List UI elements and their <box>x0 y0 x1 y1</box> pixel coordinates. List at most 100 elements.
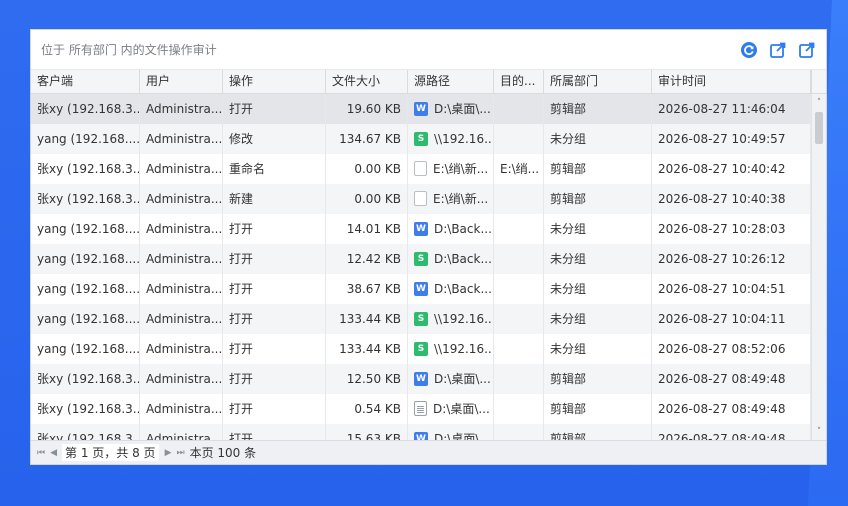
cell-audit-time: 2026-08-27 08:52:06 <box>652 334 811 364</box>
toolbar: 位于 所有部门 内的文件操作审计 <box>31 30 826 70</box>
scroll-thumb[interactable] <box>815 112 823 144</box>
cell-client: yang (192.168.... <box>31 244 140 274</box>
cell-source-path: S D:\Back... <box>408 244 494 274</box>
refresh-icon[interactable] <box>740 41 758 59</box>
cell-department: 未分组 <box>544 124 652 154</box>
cell-audit-time: 2026-08-27 08:49:48 <box>652 394 811 424</box>
cell-audit-time: 2026-08-27 10:04:51 <box>652 274 811 304</box>
table-row[interactable]: yang (192.168.... Administra... 打开 133.44 K… <box>31 304 811 334</box>
word-file-icon: W <box>414 221 428 236</box>
spreadsheet-file-icon: S <box>414 251 428 266</box>
cell-file-size: 14.01 KB <box>326 214 408 244</box>
table-row[interactable]: yang (192.168.... Administra... 打开 14.01 KB… <box>31 214 811 244</box>
page-size: 本页 100 条 <box>189 446 257 460</box>
cell-client: yang (192.168.... <box>31 214 140 244</box>
cell-client: 张xy (192.168.3... <box>31 424 140 441</box>
cell-client: yang (192.168.... <box>31 334 140 364</box>
cell-file-size: 0.00 KB <box>326 154 408 184</box>
cell-file-size: 0.54 KB <box>326 394 408 424</box>
cell-operation: 打开 <box>223 424 326 441</box>
table-row[interactable]: yang (192.168.... Administra... 打开 133.44 K… <box>31 334 811 364</box>
cell-operation: 打开 <box>223 394 326 424</box>
last-page-icon[interactable]: ⏭ <box>176 448 184 458</box>
table-row[interactable]: 张xy (192.168.3... Administra... 新建 0.00 KB E… <box>31 184 811 214</box>
cell-department: 未分组 <box>544 274 652 304</box>
table-row[interactable]: yang (192.168.... Administra... 打开 12.42 KB… <box>31 244 811 274</box>
cell-audit-time: 2026-08-27 10:04:11 <box>652 304 811 334</box>
cell-source-path: W D:\Back... <box>408 274 494 304</box>
column-header-source-path[interactable]: 源路径 <box>408 70 494 93</box>
source-path-text: E:\绡\新... <box>433 162 489 176</box>
source-path-text: \\192.16... <box>434 132 494 146</box>
column-header-file-size[interactable]: 文件大小 <box>326 70 408 93</box>
cell-source-path: W D:\桌面\... <box>408 94 494 124</box>
cell-user: Administra... <box>140 184 223 214</box>
spreadsheet-file-icon: S <box>414 311 428 326</box>
cell-department: 剪辑部 <box>544 184 652 214</box>
export-icon[interactable] <box>769 41 787 59</box>
cell-source-path: W D:\桌面\... <box>408 364 494 394</box>
cell-client: 张xy (192.168.3... <box>31 184 140 214</box>
cell-department: 未分组 <box>544 304 652 334</box>
cell-source-path: E:\绡\新... <box>408 154 494 184</box>
table-row[interactable]: yang (192.168.... Administra... 打开 38.67 KB… <box>31 274 811 304</box>
cell-department: 未分组 <box>544 214 652 244</box>
table-row[interactable]: yang (192.168.... Administra... 修改 134.67 K… <box>31 124 811 154</box>
page-info: 第 1 页，共 8 页 <box>62 444 159 461</box>
cell-client: yang (192.168.... <box>31 304 140 334</box>
cell-source-path: S \\192.16... <box>408 334 494 364</box>
table-row[interactable]: 张xy (192.168.3... Administra... 打开 0.54 KB D… <box>31 394 811 424</box>
cell-user: Administra... <box>140 154 223 184</box>
cell-destination <box>494 394 544 424</box>
cell-operation: 打开 <box>223 334 326 364</box>
cell-department: 剪辑部 <box>544 364 652 394</box>
table-row[interactable]: 张xy (192.168.3... Administra... 重命名 0.00 KB… <box>31 154 811 184</box>
blank-file-icon <box>414 191 427 206</box>
prev-page-icon[interactable]: ◀ <box>50 448 57 458</box>
blank-file-icon <box>414 161 427 176</box>
word-file-icon: W <box>414 371 428 386</box>
column-header-operation[interactable]: 操作 <box>223 70 326 93</box>
source-path-text: \\192.16... <box>434 312 494 326</box>
scroll-up-icon[interactable]: ˄ <box>812 96 826 110</box>
cell-destination <box>494 274 544 304</box>
vertical-scrollbar[interactable]: ˄ ˅ <box>811 94 826 441</box>
cell-audit-time: 2026-08-27 08:49:48 <box>652 424 811 441</box>
export-all-icon[interactable] <box>798 41 816 59</box>
cell-user: Administra... <box>140 334 223 364</box>
cell-audit-time: 2026-08-27 10:28:03 <box>652 214 811 244</box>
first-page-icon[interactable]: ⏮ <box>37 448 45 458</box>
column-header-audit-time[interactable]: 审计时间 <box>652 70 811 93</box>
table-row[interactable]: 张xy (192.168.3... Administra... 打开 15.63 KB… <box>31 424 811 441</box>
cell-source-path: S \\192.16... <box>408 304 494 334</box>
scroll-down-icon[interactable]: ˅ <box>812 425 826 439</box>
cell-client: yang (192.168.... <box>31 274 140 304</box>
cell-audit-time: 2026-08-27 10:40:38 <box>652 184 811 214</box>
cell-operation: 打开 <box>223 214 326 244</box>
cell-operation: 打开 <box>223 304 326 334</box>
column-header-user[interactable]: 用户 <box>140 70 223 93</box>
source-path-text: D:\Back... <box>434 222 492 236</box>
table-row[interactable]: 张xy (192.168.3... Administra... 打开 19.60 KB… <box>31 94 811 124</box>
cell-destination <box>494 94 544 124</box>
cell-destination: E:\绡... <box>494 154 544 184</box>
source-path-text: \\192.16... <box>434 342 494 356</box>
next-page-icon[interactable]: ▶ <box>165 448 172 458</box>
cell-audit-time: 2026-08-27 10:49:57 <box>652 124 811 154</box>
cell-user: Administra... <box>140 394 223 424</box>
column-header-department[interactable]: 所属部门 <box>544 70 652 93</box>
cell-operation: 打开 <box>223 364 326 394</box>
pager: ⏮ ◀ 第 1 页，共 8 页 ▶ ⏭ 本页 100 条 <box>31 440 826 464</box>
column-header-client[interactable]: 客户端 <box>31 70 140 93</box>
cell-user: Administra... <box>140 214 223 244</box>
cell-audit-time: 2026-08-27 08:49:48 <box>652 364 811 394</box>
table-row[interactable]: 张xy (192.168.3... Administra... 打开 12.50 KB… <box>31 364 811 394</box>
cell-operation: 修改 <box>223 124 326 154</box>
cell-department: 未分组 <box>544 334 652 364</box>
cell-client: 张xy (192.168.3... <box>31 364 140 394</box>
column-header-destination[interactable]: 目的... <box>494 70 544 93</box>
source-path-text: D:\桌面\... <box>434 102 491 116</box>
audit-panel: 位于 所有部门 内的文件操作审计 客户端 用户 操作 文件大小 源路径 目的..… <box>30 29 827 465</box>
word-file-icon: W <box>414 281 428 296</box>
cell-file-size: 38.67 KB <box>326 274 408 304</box>
